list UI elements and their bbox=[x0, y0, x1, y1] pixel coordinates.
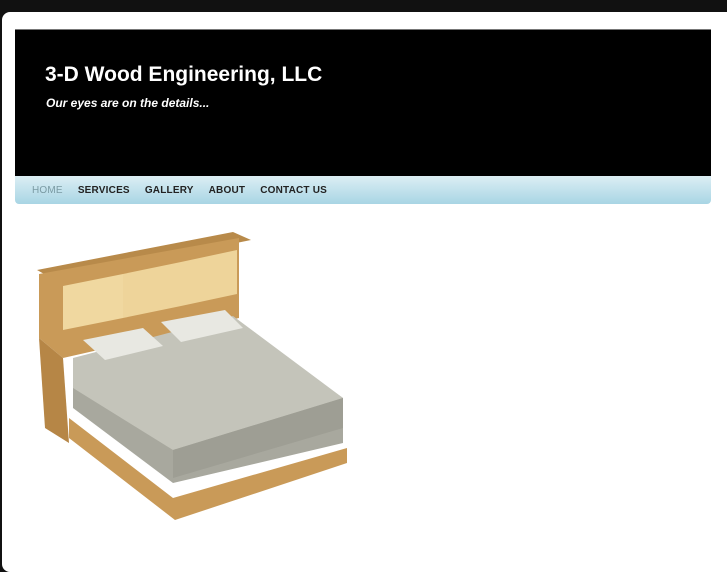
nav-services[interactable]: SERVICES bbox=[78, 185, 130, 196]
site-title[interactable]: 3-D Wood Engineering, LLC bbox=[45, 63, 322, 87]
nav-home[interactable]: HOME bbox=[32, 185, 63, 196]
nav-about[interactable]: ABOUT bbox=[209, 185, 246, 196]
main-nav: HOME SERVICES GALLERY ABOUT CONTACT US bbox=[15, 176, 711, 204]
nav-gallery[interactable]: GALLERY bbox=[145, 185, 194, 196]
bed-image bbox=[37, 232, 347, 520]
nav-contact-us[interactable]: CONTACT US bbox=[260, 185, 327, 196]
site-tagline: Our eyes are on the details... bbox=[46, 96, 210, 110]
site-header: 3-D Wood Engineering, LLC Our eyes are o… bbox=[15, 29, 711, 177]
